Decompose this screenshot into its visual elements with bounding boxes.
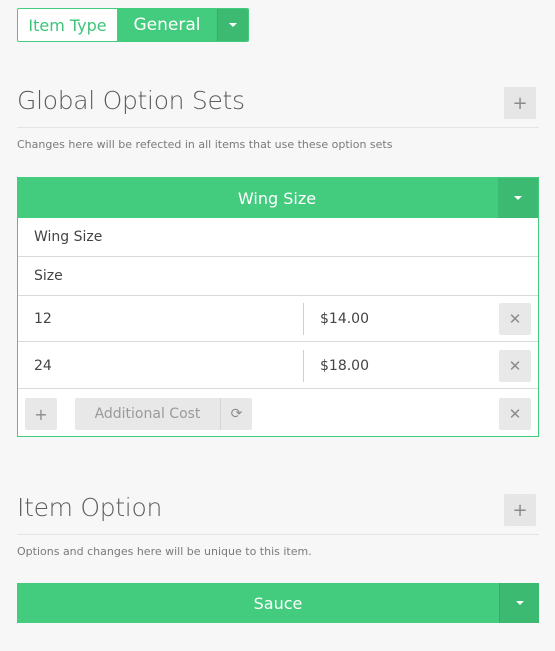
remove-option-button[interactable]: ✕ [499,350,531,382]
refresh-icon: ⟳ [230,406,243,422]
option-set-header: Wing Size [18,178,538,218]
item-type-dropdown-button[interactable] [217,9,248,41]
option-set-dropdown-button[interactable] [499,583,539,623]
add-global-option-set-button[interactable]: + [504,87,536,119]
item-type-value[interactable]: General [117,9,217,41]
option-set-title[interactable]: Wing Size [18,178,498,218]
option-name-input[interactable]: 24 [34,343,52,389]
item-option-help: Options and changes here will be unique … [17,545,312,558]
divider [17,534,539,535]
caret-down-icon [515,601,524,605]
close-icon: ✕ [508,357,522,375]
caret-down-icon [229,23,237,27]
add-item-option-button[interactable]: + [504,494,536,526]
add-option-button[interactable]: + [25,398,57,430]
option-set-size-field[interactable]: Size [18,257,538,296]
option-price-input[interactable]: $18.00 [320,343,369,389]
refresh-button[interactable]: ⟳ [220,398,252,430]
global-option-sets-title: Global Option Sets [17,86,245,115]
close-icon: ✕ [508,310,522,328]
remove-option-button[interactable]: ✕ [499,303,531,335]
additional-cost-control[interactable]: Additional Cost ⟳ [75,398,252,430]
option-set-card-wing-size: Wing Size Wing Size Size 12 $14.00 ✕ 24 … [17,177,539,437]
option-row: 24 $18.00 ✕ [18,343,538,389]
new-option-row: + Additional Cost ⟳ ✕ [18,390,538,436]
option-set-header-sauce: Sauce [17,583,539,623]
divider [303,350,304,382]
remove-new-option-button[interactable]: ✕ [499,398,531,430]
caret-down-icon [514,196,522,200]
option-set-title[interactable]: Sauce [17,583,499,623]
option-set-dropdown-button[interactable] [498,178,538,218]
option-price-input[interactable]: $14.00 [320,296,369,342]
divider [303,303,304,335]
item-type-selector[interactable]: Item Type General [17,8,249,42]
item-type-label: Item Type [28,15,107,35]
item-option-title: Item Option [17,493,162,522]
option-name-input[interactable]: 12 [34,296,52,342]
option-set-name-field[interactable]: Wing Size [18,218,538,257]
close-icon: ✕ [508,405,522,423]
additional-cost-label[interactable]: Additional Cost [75,398,220,430]
option-row: 12 $14.00 ✕ [18,296,538,342]
global-option-sets-help: Changes here will be refected in all ite… [17,138,393,151]
divider [17,127,539,128]
